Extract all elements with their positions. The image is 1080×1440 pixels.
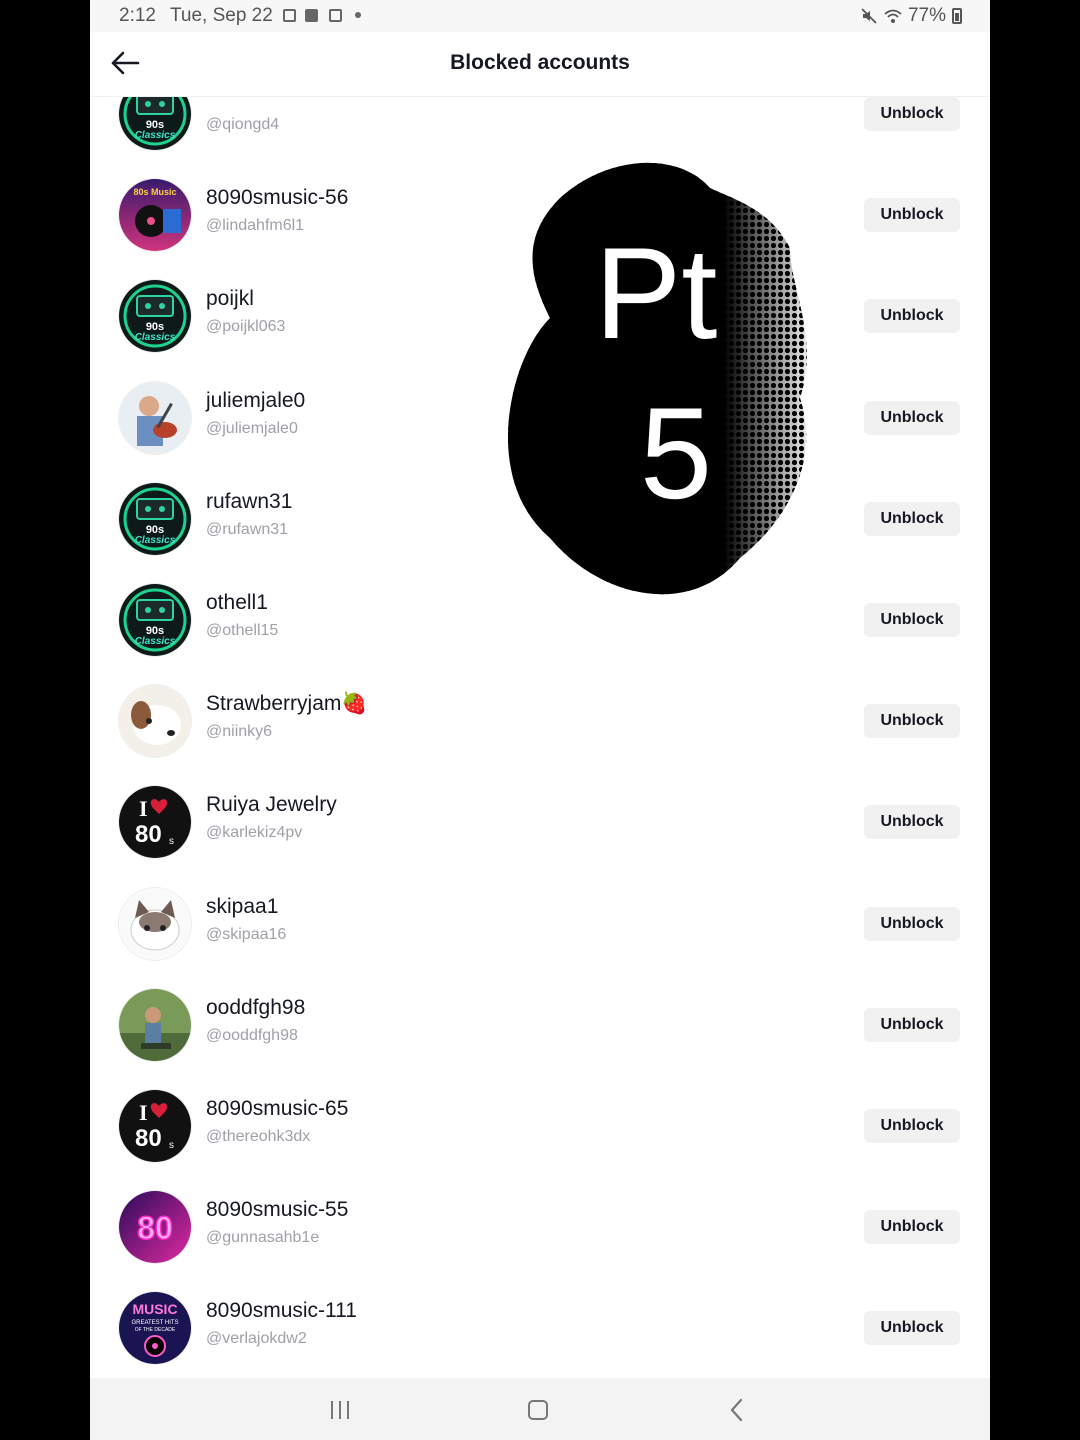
blocked-account-row[interactable]: 80s Music 8090smusic-56 @lindahfm6l1 Unblo… [90,164,990,265]
blocked-account-row[interactable]: 90s Classics poijkl @poijkl063 Unblock [90,265,990,366]
blocked-account-row[interactable]: juliemjale0 @juliemjale0 Unblock [90,367,990,468]
account-handle: @gunnasahb1e [206,1229,320,1247]
account-name[interactable]: rufawn31 [206,490,292,514]
wifi-icon [884,9,902,23]
mute-icon [861,8,877,24]
gallery-notification-icon [305,9,318,22]
unblock-button[interactable]: Unblock [864,805,960,840]
avatar[interactable] [119,887,191,960]
svg-text:80: 80 [135,1125,162,1152]
blocked-account-row[interactable]: I 80 s Ruiya Jewelry @karlekiz4pv Unblock [90,771,990,872]
svg-text:I: I [139,796,148,821]
svg-text:80s Music: 80s Music [133,187,176,197]
blocked-account-row[interactable]: I 80 s 8090smusic-65 @thereohk3dx Unblock [90,1075,990,1176]
account-name[interactable]: Strawberryjam🍓 [206,692,368,716]
blocked-account-row[interactable]: 90s Classics othell1 @othell15 Unblock [90,569,990,670]
blocked-account-row[interactable]: Strawberryjam🍓 @niinky6 Unblock [90,670,990,771]
svg-text:80: 80 [137,1210,173,1246]
account-name[interactable]: othell1 [206,591,268,615]
svg-text:OF THE DECADE: OF THE DECADE [135,1327,176,1333]
avatar[interactable]: 90s Classics [119,584,191,656]
avatar[interactable]: 80s Music [119,179,191,252]
account-name[interactable]: ooddfgh98 [206,996,305,1020]
unblock-button[interactable]: Unblock [864,906,960,941]
unblock-button[interactable]: Unblock [864,198,960,233]
status-date: Tue, Sep 22 [170,5,273,26]
unblock-button[interactable]: Unblock [864,704,960,739]
svg-text:Classics: Classics [135,535,176,546]
account-handle: @qiongd4 [206,116,280,133]
blocked-accounts-list[interactable]: 90s Classics @qiongd4 Unblock 80s Music 80… [90,0,990,1378]
account-name[interactable]: poijkl [206,287,254,311]
unblock-button[interactable]: Unblock [864,97,960,131]
unblock-button[interactable]: Unblock [864,299,960,334]
account-handle: @poijkl063 [206,318,286,336]
svg-text:s: s [169,836,174,847]
home-icon[interactable] [528,1400,548,1420]
unblock-button[interactable]: Unblock [864,1007,960,1042]
account-name[interactable]: juliemjale0 [206,389,305,413]
blocked-account-row[interactable]: 90s Classics rufawn31 @rufawn31 Unblock [90,468,990,569]
unblock-button[interactable]: Unblock [864,1109,960,1143]
status-bar: 2:12 Tue, Sep 22 77% [90,0,990,32]
battery-percent: 77% [907,5,946,26]
more-notifications-dot-icon [355,12,361,18]
unblock-button[interactable]: Unblock [864,400,960,435]
account-name[interactable]: Ruiya Jewelry [206,793,337,817]
back-nav-icon[interactable] [727,1398,747,1422]
avatar[interactable]: 90s Classics [119,280,191,353]
avatar[interactable]: I 80 s [119,786,191,859]
account-handle: @lindahfm6l1 [206,217,305,235]
svg-text:I: I [139,1100,148,1125]
svg-text:Classics: Classics [135,332,176,343]
svg-text:Classics: Classics [135,130,176,141]
svg-text:MUSIC: MUSIC [132,1301,177,1317]
account-handle: @niinky6 [206,723,273,741]
avatar[interactable] [119,685,191,758]
header: Blocked accounts [90,32,990,96]
avatar[interactable]: 90s Classics [119,482,191,555]
unblock-button[interactable]: Unblock [864,501,960,536]
account-handle: @othell15 [206,622,279,639]
account-name[interactable]: skipaa1 [206,895,278,919]
account-handle: @juliemjale0 [206,419,298,437]
svg-text:80: 80 [135,821,162,848]
status-time: 2:12 [119,5,156,26]
blocked-account-row[interactable]: MUSIC GREATEST HITS OF THE DECADE 8090sm… [90,1277,990,1378]
recent-apps-icon[interactable] [328,1400,352,1420]
account-handle: @skipaa16 [206,925,287,943]
account-name[interactable]: 8090smusic-56 [206,186,348,210]
account-name[interactable]: 8090smusic-55 [206,1198,348,1222]
screen-record-notification-icon [329,9,342,22]
account-name[interactable]: 8090smusic-65 [206,1097,348,1121]
unblock-button[interactable]: Unblock [864,1210,960,1245]
avatar[interactable] [119,988,191,1061]
svg-text:Classics: Classics [135,636,176,647]
battery-icon [952,8,962,24]
blocked-account-row[interactable]: skipaa1 @skipaa16 Unblock [90,873,990,974]
account-name[interactable]: 8090smusic-111 [206,1299,357,1323]
avatar[interactable]: I 80 s [119,1090,191,1162]
account-handle: @ooddfgh98 [206,1026,298,1044]
page-title: Blocked accounts [450,51,630,74]
avatar[interactable]: 80 [119,1191,191,1264]
account-handle: @rufawn31 [206,520,289,538]
account-handle: @thereohk3dx [206,1128,311,1145]
unblock-button[interactable]: Unblock [864,1311,960,1346]
unblock-button[interactable]: Unblock [864,603,960,637]
screenshot-notification-icon [283,9,296,22]
blocked-account-row[interactable]: 80 8090smusic-55 @gunnasahb1e Unblock [90,1176,990,1277]
system-navigation-bar [90,1378,990,1440]
phone-screen: 90s Classics @qiongd4 Unblock 80s Music 80… [90,0,990,1440]
account-handle: @karlekiz4pv [206,824,303,842]
avatar[interactable]: MUSIC GREATEST HITS OF THE DECADE [119,1292,191,1365]
status-right: 77% [860,5,962,27]
svg-text:GREATEST HITS: GREATEST HITS [131,1320,178,1326]
blocked-account-row[interactable]: ooddfgh98 @ooddfgh98 Unblock [90,974,990,1075]
svg-text:s: s [169,1140,174,1151]
account-handle: @verlajokdw2 [206,1330,307,1348]
avatar[interactable] [119,381,191,454]
